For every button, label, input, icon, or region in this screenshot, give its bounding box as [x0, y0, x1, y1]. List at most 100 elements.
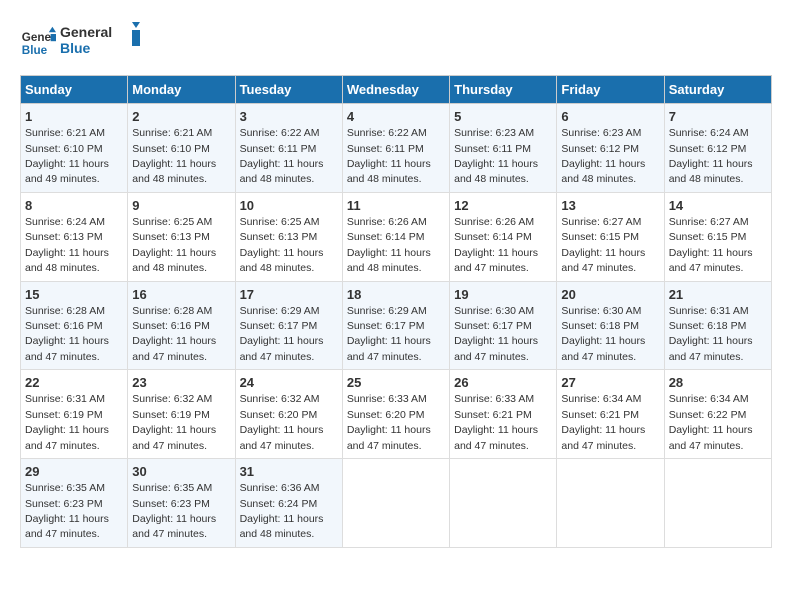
day-info: Sunrise: 6:21 AM Sunset: 6:10 PM Dayligh… — [132, 127, 216, 185]
day-cell: 13Sunrise: 6:27 AM Sunset: 6:15 PM Dayli… — [557, 192, 664, 281]
day-number: 30 — [132, 463, 230, 481]
svg-text:Blue: Blue — [22, 43, 48, 56]
svg-text:General: General — [60, 24, 112, 40]
day-number: 10 — [240, 197, 338, 215]
day-info: Sunrise: 6:33 AM Sunset: 6:20 PM Dayligh… — [347, 393, 431, 451]
day-number: 4 — [347, 108, 445, 126]
week-row-5: 29Sunrise: 6:35 AM Sunset: 6:23 PM Dayli… — [21, 459, 772, 548]
day-cell — [342, 459, 449, 548]
day-cell — [450, 459, 557, 548]
day-number: 3 — [240, 108, 338, 126]
day-info: Sunrise: 6:21 AM Sunset: 6:10 PM Dayligh… — [25, 127, 109, 185]
day-info: Sunrise: 6:27 AM Sunset: 6:15 PM Dayligh… — [669, 216, 753, 274]
day-number: 13 — [561, 197, 659, 215]
day-info: Sunrise: 6:23 AM Sunset: 6:11 PM Dayligh… — [454, 127, 538, 185]
day-info: Sunrise: 6:35 AM Sunset: 6:23 PM Dayligh… — [132, 482, 216, 540]
day-number: 25 — [347, 374, 445, 392]
day-number: 17 — [240, 286, 338, 304]
logo: General Blue General Blue — [20, 20, 140, 65]
col-header-sunday: Sunday — [21, 76, 128, 104]
day-cell: 7Sunrise: 6:24 AM Sunset: 6:12 PM Daylig… — [664, 104, 771, 193]
day-cell: 20Sunrise: 6:30 AM Sunset: 6:18 PM Dayli… — [557, 281, 664, 370]
day-cell — [557, 459, 664, 548]
day-number: 19 — [454, 286, 552, 304]
day-cell: 30Sunrise: 6:35 AM Sunset: 6:23 PM Dayli… — [128, 459, 235, 548]
day-info: Sunrise: 6:33 AM Sunset: 6:21 PM Dayligh… — [454, 393, 538, 451]
day-cell: 24Sunrise: 6:32 AM Sunset: 6:20 PM Dayli… — [235, 370, 342, 459]
day-cell: 14Sunrise: 6:27 AM Sunset: 6:15 PM Dayli… — [664, 192, 771, 281]
day-info: Sunrise: 6:22 AM Sunset: 6:11 PM Dayligh… — [347, 127, 431, 185]
day-cell — [664, 459, 771, 548]
col-header-friday: Friday — [557, 76, 664, 104]
day-number: 11 — [347, 197, 445, 215]
day-info: Sunrise: 6:22 AM Sunset: 6:11 PM Dayligh… — [240, 127, 324, 185]
day-cell: 2Sunrise: 6:21 AM Sunset: 6:10 PM Daylig… — [128, 104, 235, 193]
day-number: 28 — [669, 374, 767, 392]
day-cell: 11Sunrise: 6:26 AM Sunset: 6:14 PM Dayli… — [342, 192, 449, 281]
logo-icon: General Blue — [20, 25, 56, 61]
day-info: Sunrise: 6:32 AM Sunset: 6:20 PM Dayligh… — [240, 393, 324, 451]
day-info: Sunrise: 6:23 AM Sunset: 6:12 PM Dayligh… — [561, 127, 645, 185]
day-info: Sunrise: 6:28 AM Sunset: 6:16 PM Dayligh… — [25, 305, 109, 363]
day-cell: 15Sunrise: 6:28 AM Sunset: 6:16 PM Dayli… — [21, 281, 128, 370]
day-number: 7 — [669, 108, 767, 126]
day-cell: 26Sunrise: 6:33 AM Sunset: 6:21 PM Dayli… — [450, 370, 557, 459]
day-number: 15 — [25, 286, 123, 304]
day-cell: 9Sunrise: 6:25 AM Sunset: 6:13 PM Daylig… — [128, 192, 235, 281]
day-cell: 4Sunrise: 6:22 AM Sunset: 6:11 PM Daylig… — [342, 104, 449, 193]
day-info: Sunrise: 6:29 AM Sunset: 6:17 PM Dayligh… — [347, 305, 431, 363]
day-number: 24 — [240, 374, 338, 392]
day-info: Sunrise: 6:34 AM Sunset: 6:21 PM Dayligh… — [561, 393, 645, 451]
day-info: Sunrise: 6:26 AM Sunset: 6:14 PM Dayligh… — [454, 216, 538, 274]
day-number: 6 — [561, 108, 659, 126]
day-info: Sunrise: 6:34 AM Sunset: 6:22 PM Dayligh… — [669, 393, 753, 451]
day-info: Sunrise: 6:30 AM Sunset: 6:18 PM Dayligh… — [561, 305, 645, 363]
day-number: 16 — [132, 286, 230, 304]
day-cell: 28Sunrise: 6:34 AM Sunset: 6:22 PM Dayli… — [664, 370, 771, 459]
day-number: 21 — [669, 286, 767, 304]
day-number: 2 — [132, 108, 230, 126]
day-info: Sunrise: 6:24 AM Sunset: 6:13 PM Dayligh… — [25, 216, 109, 274]
day-info: Sunrise: 6:29 AM Sunset: 6:17 PM Dayligh… — [240, 305, 324, 363]
day-info: Sunrise: 6:27 AM Sunset: 6:15 PM Dayligh… — [561, 216, 645, 274]
day-cell: 25Sunrise: 6:33 AM Sunset: 6:20 PM Dayli… — [342, 370, 449, 459]
day-cell: 3Sunrise: 6:22 AM Sunset: 6:11 PM Daylig… — [235, 104, 342, 193]
day-cell: 21Sunrise: 6:31 AM Sunset: 6:18 PM Dayli… — [664, 281, 771, 370]
day-number: 23 — [132, 374, 230, 392]
day-cell: 12Sunrise: 6:26 AM Sunset: 6:14 PM Dayli… — [450, 192, 557, 281]
day-cell: 29Sunrise: 6:35 AM Sunset: 6:23 PM Dayli… — [21, 459, 128, 548]
day-info: Sunrise: 6:31 AM Sunset: 6:19 PM Dayligh… — [25, 393, 109, 451]
week-row-3: 15Sunrise: 6:28 AM Sunset: 6:16 PM Dayli… — [21, 281, 772, 370]
day-cell: 19Sunrise: 6:30 AM Sunset: 6:17 PM Dayli… — [450, 281, 557, 370]
svg-text:Blue: Blue — [60, 40, 91, 56]
page-header: General Blue General Blue — [20, 20, 772, 65]
day-cell: 6Sunrise: 6:23 AM Sunset: 6:12 PM Daylig… — [557, 104, 664, 193]
day-number: 8 — [25, 197, 123, 215]
day-info: Sunrise: 6:36 AM Sunset: 6:24 PM Dayligh… — [240, 482, 324, 540]
day-info: Sunrise: 6:24 AM Sunset: 6:12 PM Dayligh… — [669, 127, 753, 185]
week-row-1: 1Sunrise: 6:21 AM Sunset: 6:10 PM Daylig… — [21, 104, 772, 193]
day-number: 31 — [240, 463, 338, 481]
day-cell: 10Sunrise: 6:25 AM Sunset: 6:13 PM Dayli… — [235, 192, 342, 281]
col-header-thursday: Thursday — [450, 76, 557, 104]
day-info: Sunrise: 6:30 AM Sunset: 6:17 PM Dayligh… — [454, 305, 538, 363]
col-header-monday: Monday — [128, 76, 235, 104]
calendar-table: SundayMondayTuesdayWednesdayThursdayFrid… — [20, 75, 772, 548]
logo-svg: General Blue — [60, 20, 140, 60]
day-cell: 5Sunrise: 6:23 AM Sunset: 6:11 PM Daylig… — [450, 104, 557, 193]
day-number: 14 — [669, 197, 767, 215]
header-row: SundayMondayTuesdayWednesdayThursdayFrid… — [21, 76, 772, 104]
day-number: 20 — [561, 286, 659, 304]
day-number: 22 — [25, 374, 123, 392]
day-cell: 22Sunrise: 6:31 AM Sunset: 6:19 PM Dayli… — [21, 370, 128, 459]
week-row-4: 22Sunrise: 6:31 AM Sunset: 6:19 PM Dayli… — [21, 370, 772, 459]
day-cell: 8Sunrise: 6:24 AM Sunset: 6:13 PM Daylig… — [21, 192, 128, 281]
day-number: 5 — [454, 108, 552, 126]
week-row-2: 8Sunrise: 6:24 AM Sunset: 6:13 PM Daylig… — [21, 192, 772, 281]
day-cell: 1Sunrise: 6:21 AM Sunset: 6:10 PM Daylig… — [21, 104, 128, 193]
day-info: Sunrise: 6:35 AM Sunset: 6:23 PM Dayligh… — [25, 482, 109, 540]
day-cell: 16Sunrise: 6:28 AM Sunset: 6:16 PM Dayli… — [128, 281, 235, 370]
day-info: Sunrise: 6:25 AM Sunset: 6:13 PM Dayligh… — [240, 216, 324, 274]
day-number: 29 — [25, 463, 123, 481]
day-info: Sunrise: 6:31 AM Sunset: 6:18 PM Dayligh… — [669, 305, 753, 363]
